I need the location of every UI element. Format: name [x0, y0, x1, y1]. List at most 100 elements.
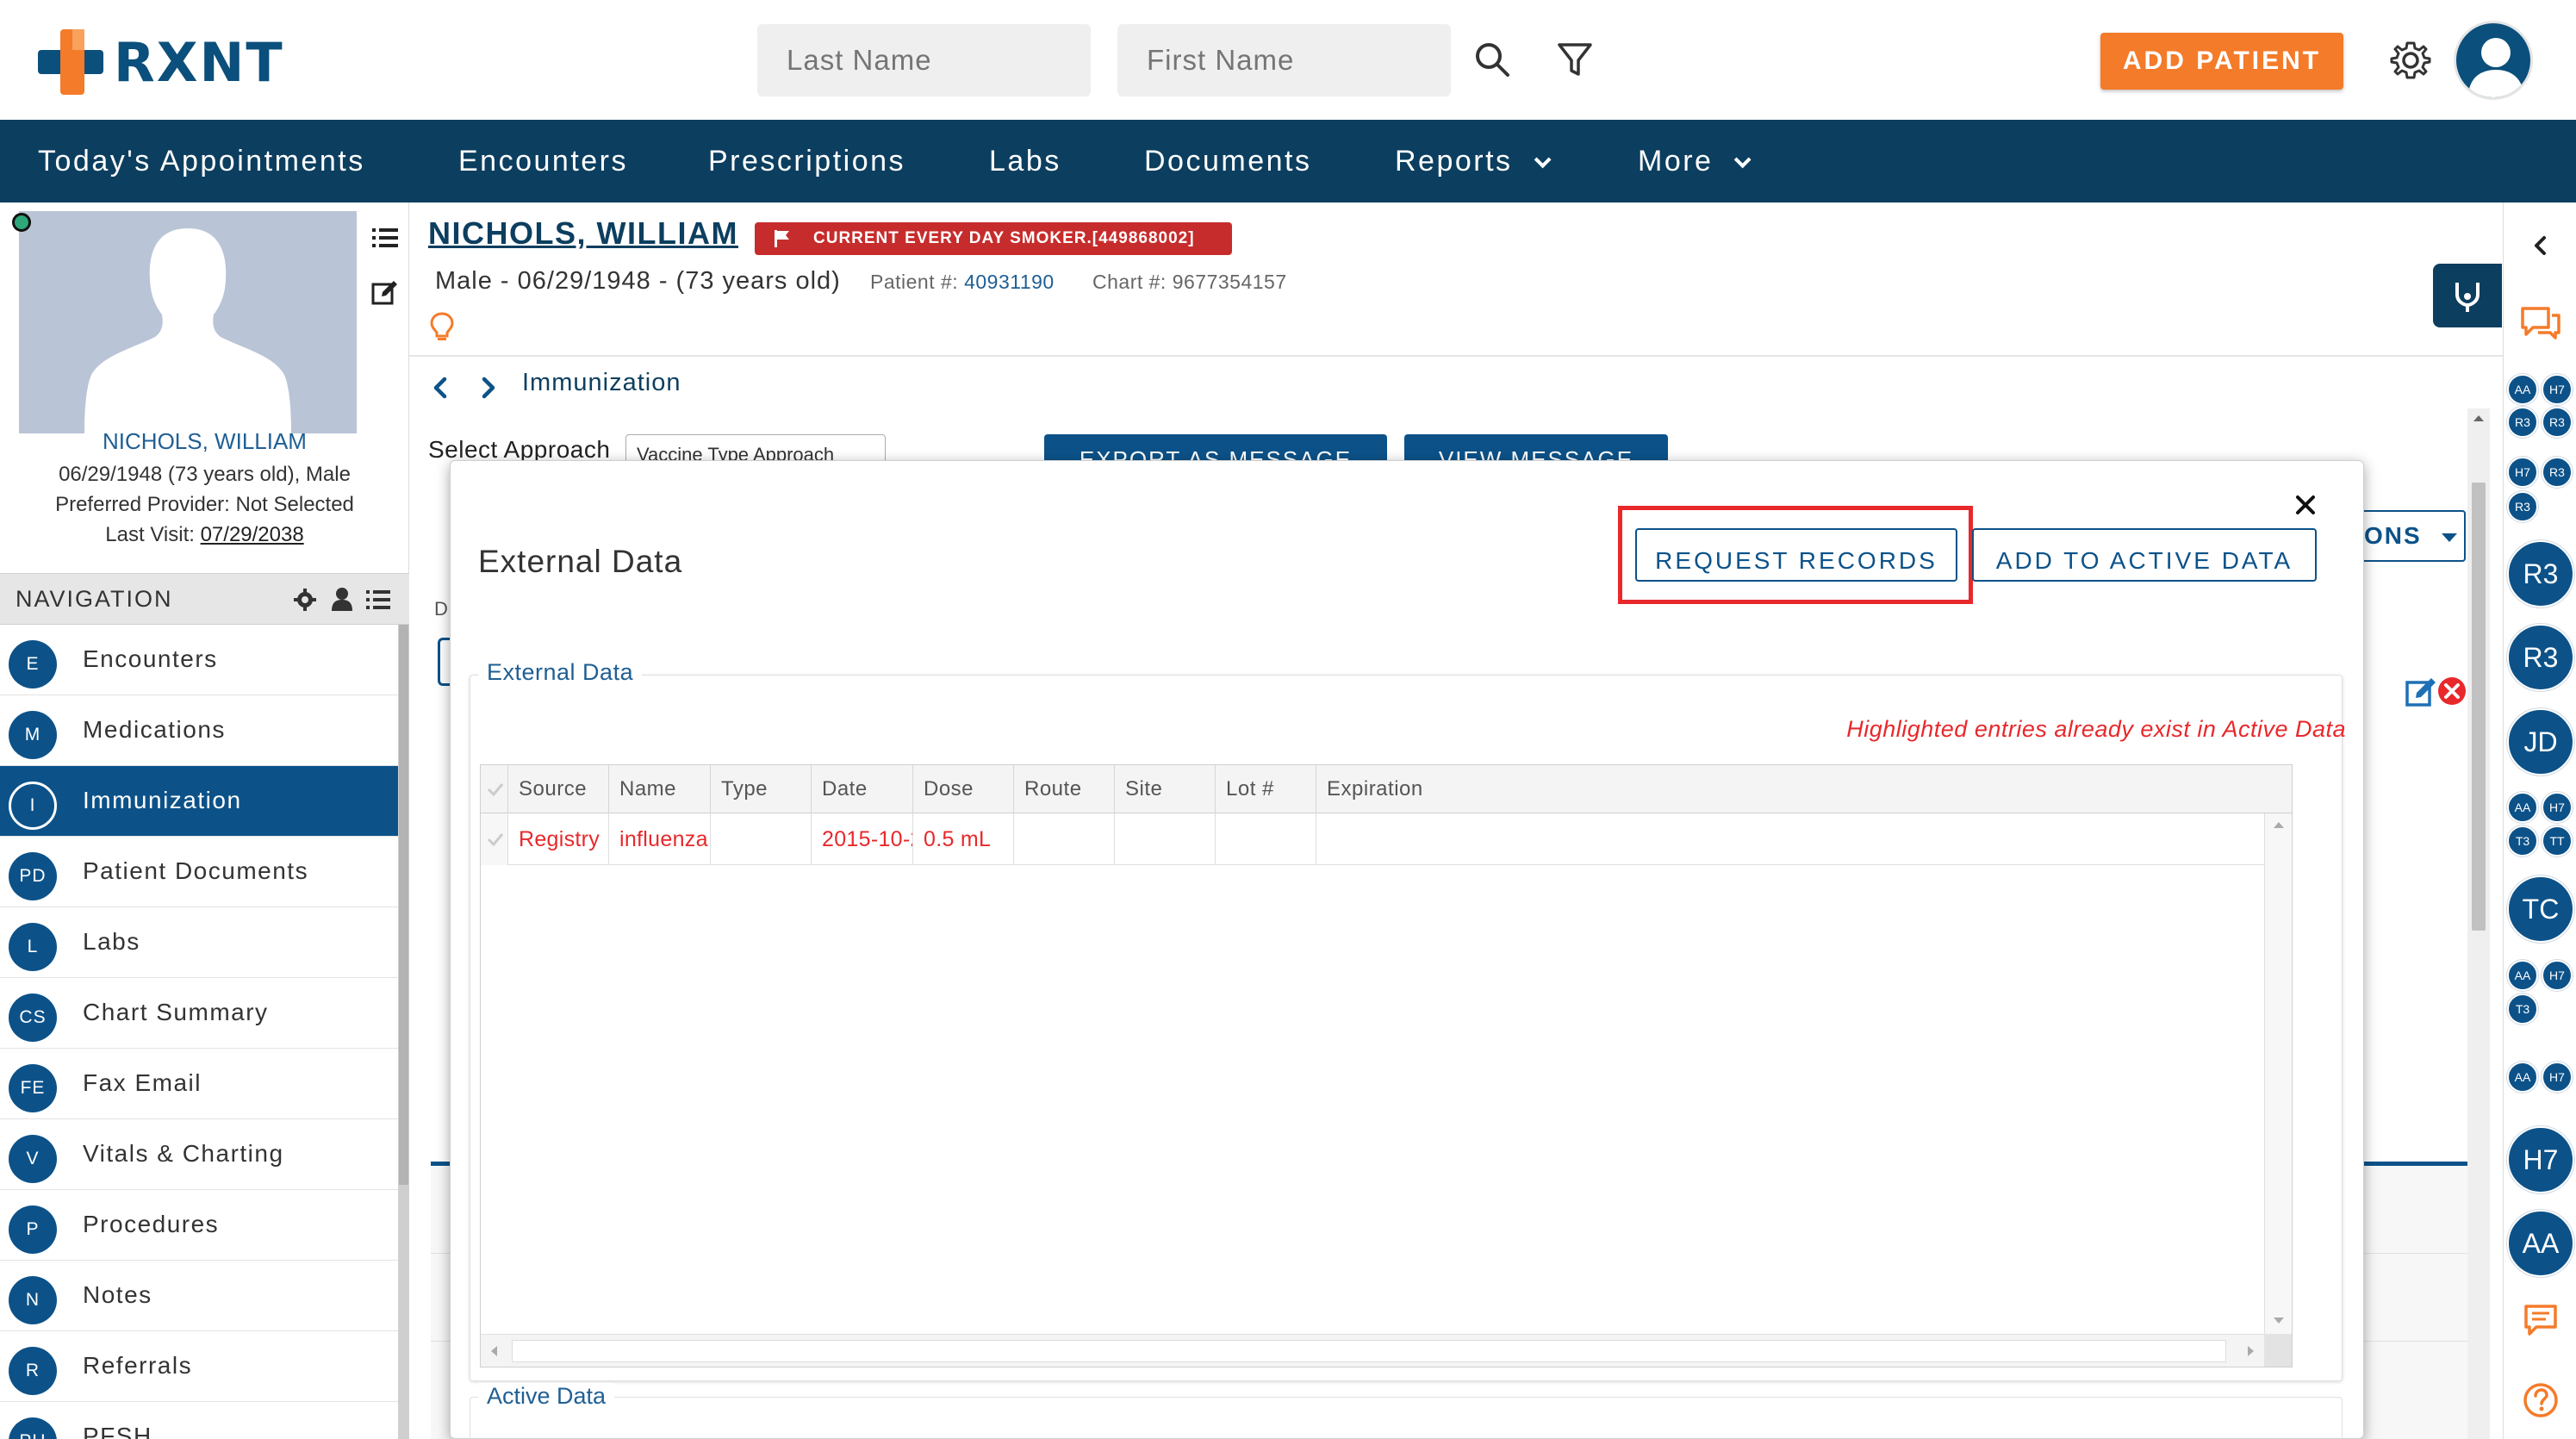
rail-user-avatar[interactable]: H7 — [2542, 960, 2573, 991]
sidebar-item-labs[interactable]: L Labs — [0, 907, 398, 978]
rail-user-avatar[interactable]: T3 — [2507, 994, 2538, 1025]
forward-arrow-icon[interactable] — [476, 372, 501, 403]
scrollbar-thumb[interactable] — [399, 625, 408, 1185]
main-navigation-bar: Today's Appointments Encounters Prescrip… — [0, 120, 2576, 202]
rail-user-avatar[interactable]: AA — [2507, 792, 2538, 823]
scroll-up-arrow-icon[interactable] — [2273, 820, 2285, 829]
nav-person-icon[interactable] — [331, 587, 353, 611]
rail-user-avatar[interactable]: AA — [2507, 374, 2538, 405]
rail-user-avatar[interactable]: H7 — [2507, 457, 2538, 488]
rxnt-logo[interactable]: RXNT — [38, 29, 296, 98]
chevron-down-icon — [2442, 533, 2458, 542]
sidebar-item-procedures[interactable]: P Procedures — [0, 1190, 398, 1261]
rail-user-avatar[interactable]: AA — [2507, 960, 2538, 991]
column-header-expiration[interactable]: Expiration — [1316, 765, 2292, 813]
close-icon[interactable] — [2293, 492, 2318, 518]
column-header-date[interactable]: Date — [812, 765, 913, 813]
nav-reports[interactable]: Reports — [1395, 120, 1552, 202]
settings-gear-icon[interactable] — [2388, 38, 2433, 83]
header-divider — [409, 355, 2503, 357]
rail-user-avatar[interactable]: TT — [2542, 825, 2573, 857]
rail-user-avatar[interactable]: R3 — [2542, 457, 2573, 488]
smoker-alert-badge[interactable]: CURRENT EVERY DAY SMOKER.[449868002] — [755, 222, 1232, 255]
rail-user-avatar[interactable]: R3 — [2507, 540, 2574, 607]
chat-bubbles-icon[interactable] — [2519, 303, 2562, 343]
column-header-route[interactable]: Route — [1014, 765, 1115, 813]
column-header-dose[interactable]: Dose — [913, 765, 1014, 813]
collapse-chevron-left-icon[interactable] — [2528, 233, 2554, 259]
rail-user-avatar[interactable]: TC — [2507, 875, 2574, 943]
scrollbar-thumb[interactable] — [2472, 483, 2486, 931]
search-icon[interactable] — [1470, 38, 1515, 83]
last-name-search-input[interactable] — [757, 24, 1091, 97]
rail-user-avatar[interactable]: H7 — [2542, 792, 2573, 823]
scroll-left-arrow-icon[interactable] — [489, 1345, 498, 1357]
nav-documents[interactable]: Documents — [1144, 120, 1311, 202]
patient-card-name[interactable]: NICHOLS, WILLIAM — [0, 428, 409, 455]
edit-remove-icons[interactable] — [2404, 674, 2467, 708]
column-header-lot[interactable]: Lot # — [1216, 765, 1316, 813]
rail-user-avatar[interactable]: AA — [2507, 1062, 2538, 1093]
grid-vertical-scrollbar[interactable] — [2264, 813, 2292, 1334]
cell-type — [711, 813, 812, 865]
lightbulb-icon[interactable] — [430, 312, 454, 343]
nav-labs[interactable]: Labs — [989, 120, 1061, 202]
rail-user-avatar[interactable]: H7 — [2507, 1126, 2574, 1193]
scroll-down-arrow-icon[interactable] — [2273, 1317, 2285, 1325]
back-arrow-icon[interactable] — [427, 372, 453, 403]
nav-settings-gear-icon[interactable] — [293, 588, 317, 612]
sidebar-item-fax-email[interactable]: FE Fax Email — [0, 1049, 398, 1119]
message-icon[interactable] — [2523, 1303, 2559, 1337]
grid-horizontal-scrollbar[interactable] — [481, 1334, 2264, 1367]
scroll-right-arrow-icon[interactable] — [2247, 1345, 2256, 1357]
sidebar-item-pfsh[interactable]: PH PFSH — [0, 1402, 398, 1439]
row-checkbox[interactable] — [481, 813, 508, 865]
column-header-name[interactable]: Name — [609, 765, 711, 813]
user-avatar[interactable] — [2454, 21, 2533, 100]
column-header-site[interactable]: Site — [1115, 765, 1216, 813]
sidebar-item-vitals-charting[interactable]: V Vitals & Charting — [0, 1119, 398, 1190]
sidebar-item-encounters[interactable]: E Encounters — [0, 625, 398, 695]
sidebar-item-immunization[interactable]: I Immunization — [0, 766, 398, 837]
sidebar-item-chart-summary[interactable]: CS Chart Summary — [0, 978, 398, 1049]
edit-patient-icon[interactable] — [370, 278, 400, 308]
rail-user-avatar[interactable]: H7 — [2542, 1062, 2573, 1093]
sidebar-item-notes[interactable]: N Notes — [0, 1261, 398, 1331]
last-visit-date-link[interactable]: 07/29/2038 — [201, 523, 304, 546]
rail-user-avatar[interactable]: R3 — [2542, 407, 2573, 438]
sidebar-item-medications[interactable]: M Medications — [0, 695, 398, 766]
sidebar-scrollbar[interactable] — [398, 625, 409, 1439]
column-header-source[interactable]: Source — [508, 765, 609, 813]
filter-icon[interactable] — [1552, 38, 1597, 83]
clinical-tools-button[interactable] — [2433, 264, 2502, 327]
main-scrollbar[interactable] — [2467, 408, 2490, 1439]
nav-more[interactable]: More — [1638, 120, 1752, 202]
sidebar-item-patient-documents[interactable]: PD Patient Documents — [0, 837, 398, 907]
add-patient-button[interactable]: ADD PATIENT — [2100, 33, 2343, 90]
rail-user-avatar[interactable]: R3 — [2507, 491, 2538, 522]
list-view-icon[interactable] — [370, 223, 400, 252]
nav-prescriptions[interactable]: Prescriptions — [708, 120, 905, 202]
rail-user-avatar[interactable]: R3 — [2507, 624, 2574, 691]
table-row[interactable]: Registry influenza NOS [... 2015-10-29T0… — [481, 813, 2264, 865]
rail-user-avatar[interactable]: JD — [2507, 708, 2574, 776]
column-header-type[interactable]: Type — [711, 765, 812, 813]
add-to-active-data-button[interactable]: ADD TO ACTIVE DATA — [1972, 528, 2317, 582]
nav-encounters[interactable]: Encounters — [458, 120, 628, 202]
rail-user-avatar[interactable]: AA — [2507, 1210, 2574, 1277]
rail-user-avatar[interactable]: T3 — [2507, 825, 2538, 857]
rail-user-avatar[interactable]: H7 — [2542, 374, 2573, 405]
rail-user-avatar[interactable]: R3 — [2507, 407, 2538, 438]
patient-name-link[interactable]: NICHOLS, WILLIAM — [428, 215, 738, 252]
nav-list-icon[interactable] — [365, 588, 391, 612]
sidebar-item-label: Labs — [83, 928, 140, 955]
help-icon[interactable] — [2523, 1382, 2559, 1418]
scroll-up-arrow-icon[interactable] — [2473, 414, 2485, 422]
first-name-search-input[interactable] — [1117, 24, 1451, 97]
select-all-checkbox[interactable] — [481, 765, 508, 813]
scrollbar-thumb[interactable] — [512, 1340, 2226, 1362]
nav-todays-appointments[interactable]: Today's Appointments — [38, 120, 365, 202]
nav-badge: PD — [9, 852, 57, 900]
request-records-button[interactable]: REQUEST RECORDS — [1635, 528, 1957, 582]
sidebar-item-referrals[interactable]: R Referrals — [0, 1331, 398, 1402]
